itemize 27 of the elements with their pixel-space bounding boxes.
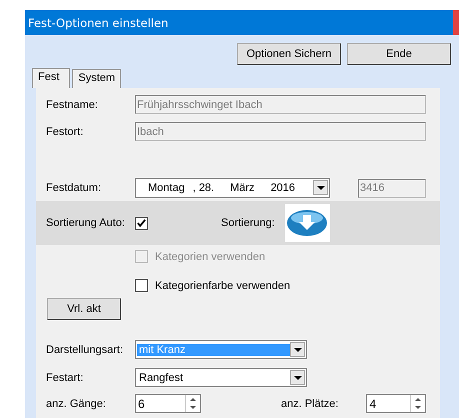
refresh-button[interactable]: Vrl. akt xyxy=(47,298,121,320)
text-field[interactable]: Ibach xyxy=(135,122,426,141)
tab[interactable]: System xyxy=(72,69,122,88)
spinner-field[interactable]: 4 xyxy=(366,394,426,413)
dropdown-label: Festart: xyxy=(46,372,84,384)
date-picker[interactable]: Montag , 28. März 2016 xyxy=(135,178,330,198)
dropdown-label: Darstellungsart: xyxy=(46,344,124,356)
checkbox[interactable] xyxy=(135,216,148,230)
checkbox[interactable] xyxy=(135,279,148,292)
checkbox-label: Kategorien verwenden xyxy=(155,250,266,262)
spinner-field[interactable]: 6 xyxy=(135,394,201,413)
spinner-label: anz. Plätze: xyxy=(281,398,338,410)
window-title: Fest-Optionen einstellen xyxy=(27,16,168,30)
field-label: Festname: xyxy=(46,98,99,110)
field-label: Festort: xyxy=(46,126,84,138)
field-label: Festdatum: xyxy=(46,182,102,194)
sort-button[interactable] xyxy=(284,204,330,242)
dialog-button[interactable]: Optionen Sichern xyxy=(237,43,341,65)
dropdown[interactable]: Rangfest xyxy=(135,368,307,387)
spinner-label: anz. Gänge: xyxy=(46,398,107,410)
tab[interactable]: Fest xyxy=(32,68,70,88)
number-field[interactable]: 3416 xyxy=(358,178,426,198)
dialog-button[interactable]: Ende xyxy=(347,43,451,65)
text-field[interactable]: Frühjahrsschwinget Ibach xyxy=(135,95,426,114)
checkbox-label: Sortierung Auto: xyxy=(46,217,126,229)
sort-label: Sortierung: xyxy=(221,217,275,229)
checkbox-label: Kategorienfarbe verwenden xyxy=(155,280,290,292)
